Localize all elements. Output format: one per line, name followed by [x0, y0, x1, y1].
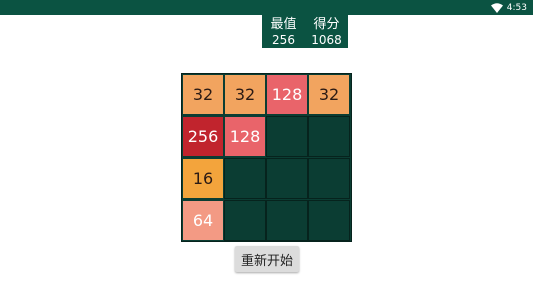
- tile: 32: [225, 75, 265, 114]
- game-board[interactable]: 32 32 128 32 256 128 16 64: [181, 73, 352, 242]
- score-panel: 最值 256 得分 1068: [262, 15, 348, 48]
- tile: 32: [183, 75, 223, 114]
- current-score-value: 1068: [311, 33, 342, 47]
- wifi-icon: [490, 2, 503, 13]
- best-score-label: 最值: [270, 17, 297, 32]
- empty-cell: [266, 200, 308, 241]
- best-score: 最值 256: [262, 15, 305, 47]
- empty-cell: [308, 158, 350, 199]
- tile: 128: [267, 75, 307, 114]
- status-indicators: 4:53: [490, 1, 527, 14]
- tile: 32: [309, 75, 349, 114]
- empty-cell: [224, 200, 266, 241]
- empty-cell: [266, 158, 308, 199]
- status-time: 4:53: [506, 2, 527, 13]
- tile: 128: [225, 117, 265, 156]
- empty-cell: [266, 116, 308, 157]
- tile: 256: [183, 117, 223, 156]
- empty-cell: [308, 200, 350, 241]
- status-bar: 4:53: [0, 0, 533, 15]
- best-score-value: 256: [272, 33, 295, 47]
- tile: 16: [183, 159, 223, 198]
- empty-cell: [308, 116, 350, 157]
- restart-button[interactable]: 重新开始: [235, 246, 299, 272]
- empty-cell: [224, 158, 266, 199]
- current-score-label: 得分: [313, 17, 340, 32]
- current-score: 得分 1068: [305, 15, 348, 47]
- tile: 64: [183, 201, 223, 240]
